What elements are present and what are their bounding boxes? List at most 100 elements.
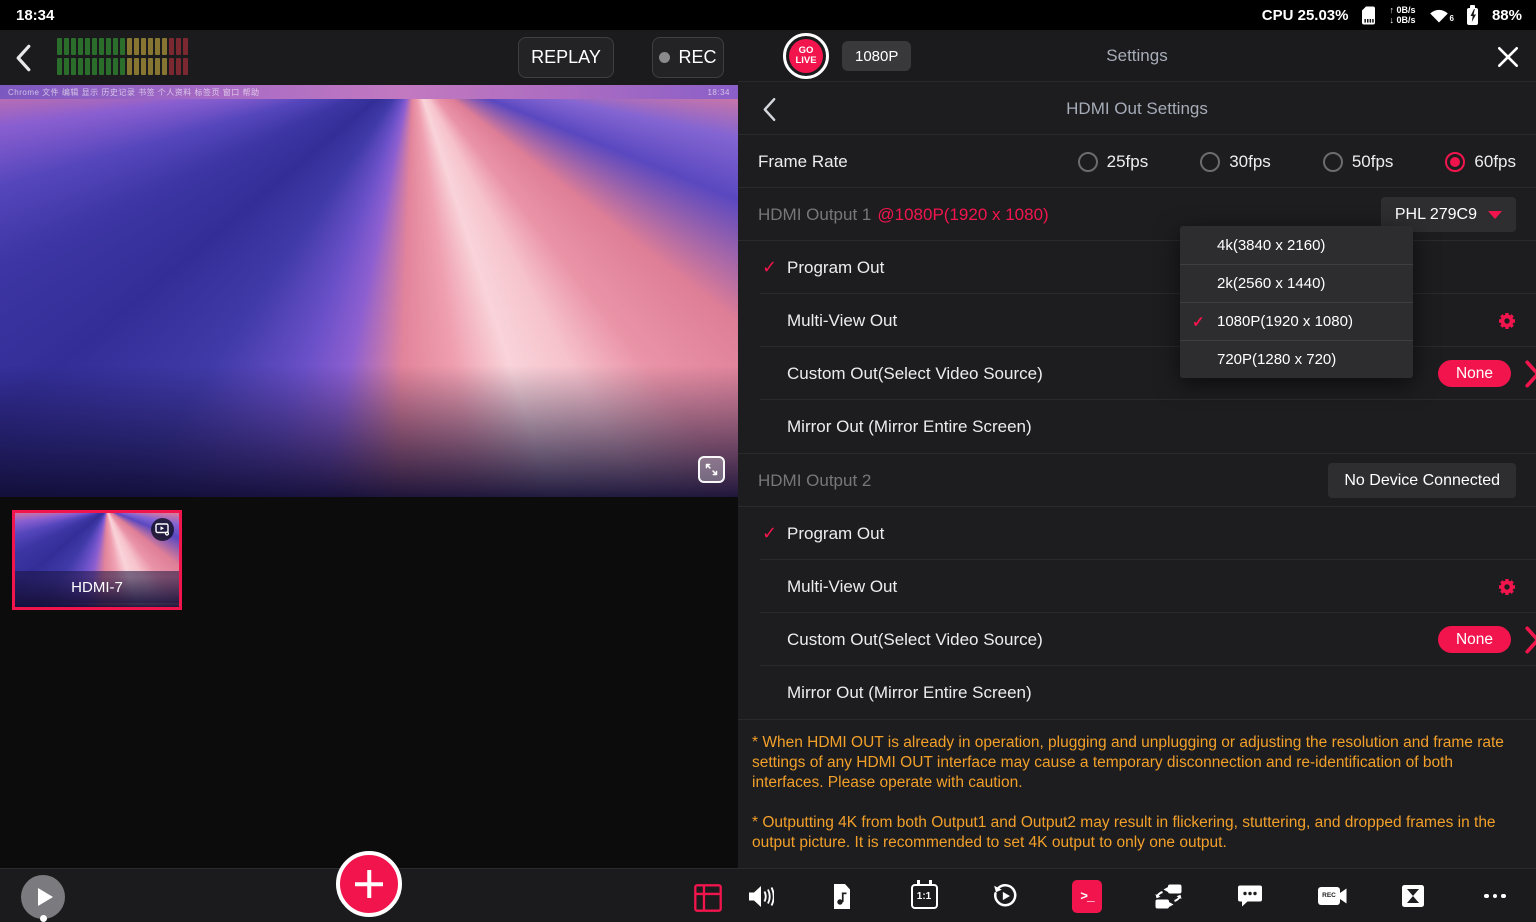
resolution-option-1080p[interactable]: ✓ 1080P(1920 x 1080) bbox=[1180, 302, 1413, 340]
upload-arrow-icon: ↑ bbox=[1389, 5, 1394, 15]
history-icon bbox=[992, 883, 1018, 909]
source-thumbnail[interactable]: HDMI-7 bbox=[12, 510, 182, 610]
add-source-button[interactable] bbox=[336, 851, 402, 917]
video-frame bbox=[0, 85, 738, 497]
warning-paragraph: * When HDMI OUT is already in operation,… bbox=[752, 733, 1528, 793]
radio-icon bbox=[1323, 152, 1343, 172]
aspect-ratio-icon: 1:1 bbox=[911, 884, 938, 909]
battery-percent: 88% bbox=[1492, 7, 1522, 24]
frame-rate-option-50fps[interactable]: 50fps bbox=[1323, 152, 1394, 172]
check-icon: ✓ bbox=[762, 257, 777, 278]
go-live-button[interactable]: GOLIVE bbox=[783, 33, 829, 79]
close-settings-button[interactable] bbox=[1496, 44, 1522, 70]
monitor-panel: REPLAY REC Chrome 文件 编辑 显示 历史记录 书签 个人资料 … bbox=[0, 30, 738, 922]
camera-swap-icon bbox=[1153, 883, 1184, 910]
rec-button[interactable]: REC bbox=[652, 37, 724, 78]
warning-paragraph: * Outputting 4K from both Output1 and Ou… bbox=[752, 813, 1528, 853]
multiview-settings-gear-icon[interactable] bbox=[1497, 577, 1517, 597]
speaker-icon bbox=[747, 884, 774, 909]
settings-header: Settings GOLIVE 1080P bbox=[738, 30, 1536, 82]
stream-resolution-badge[interactable]: 1080P bbox=[842, 41, 911, 71]
source-label: HDMI-7 bbox=[15, 571, 179, 603]
radio-icon bbox=[1078, 152, 1098, 172]
output2-mirror-out-row[interactable]: Mirror Out (Mirror Entire Screen) bbox=[738, 666, 1536, 720]
screen-mirror-icon bbox=[1400, 883, 1426, 909]
screen-mirror-button[interactable] bbox=[1391, 869, 1435, 922]
chevron-right-icon bbox=[1524, 626, 1536, 654]
play-icon bbox=[38, 888, 53, 906]
audio-level-meter bbox=[57, 38, 188, 75]
page-indicator-dot bbox=[40, 915, 47, 922]
battery-icon bbox=[1467, 5, 1479, 26]
output1-custom-out-row[interactable]: Custom Out(Select Video Source) None bbox=[738, 347, 1536, 400]
hdmi-out-subheader: HDMI Out Settings bbox=[738, 82, 1536, 135]
chevron-down-icon bbox=[1488, 211, 1502, 219]
output2-device-status[interactable]: No Device Connected bbox=[1328, 463, 1516, 498]
rec-indicator-dot bbox=[659, 52, 670, 63]
resolution-option-720p[interactable]: 720P(1280 x 720) bbox=[1180, 340, 1413, 378]
clock: 18:34 bbox=[16, 7, 54, 24]
output1-multiview-out-row[interactable]: Multi-View Out bbox=[738, 294, 1536, 347]
cpu-usage: CPU 25.03% bbox=[1262, 7, 1349, 24]
resolution-option-4k[interactable]: 4k(3840 x 2160) bbox=[1180, 226, 1413, 264]
program-monitor[interactable]: Chrome 文件 编辑 显示 历史记录 书签 个人资料 标签页 窗口 帮助 1… bbox=[0, 85, 738, 497]
output2-label: HDMI Output 2 bbox=[758, 471, 871, 491]
terminal-button[interactable]: >_ bbox=[1065, 869, 1109, 922]
output1-resolution: @1080P(1920 x 1080) bbox=[877, 205, 1048, 225]
settings-panel: Settings GOLIVE 1080P HDMI Out Settings … bbox=[738, 30, 1536, 922]
source-settings-icon[interactable] bbox=[151, 518, 174, 541]
comments-button[interactable] bbox=[1228, 869, 1272, 922]
terminal-icon: >_ bbox=[1072, 880, 1102, 913]
music-button[interactable] bbox=[820, 869, 864, 922]
download-arrow-icon: ↓ bbox=[1389, 15, 1394, 25]
output2-custom-out-row[interactable]: Custom Out(Select Video Source) None bbox=[738, 613, 1536, 666]
output2-section-header: HDMI Output 2 No Device Connected bbox=[738, 454, 1536, 507]
fullscreen-expand-button[interactable] bbox=[698, 456, 725, 483]
multiview-settings-gear-icon[interactable] bbox=[1497, 311, 1517, 331]
source-menubar: Chrome 文件 编辑 显示 历史记录 书签 个人资料 标签页 窗口 帮助 1… bbox=[0, 85, 738, 99]
replay-button[interactable]: REPLAY bbox=[518, 37, 614, 78]
sd-card-icon bbox=[1361, 6, 1376, 25]
record-button[interactable]: REC bbox=[1310, 869, 1354, 922]
frame-rate-option-30fps[interactable]: 30fps bbox=[1200, 152, 1271, 172]
more-dots-icon bbox=[1484, 894, 1506, 899]
output2-custom-out-none-button[interactable]: None bbox=[1438, 626, 1511, 653]
network-speed: ↑ 0B/s ↓ 0B/s bbox=[1389, 5, 1415, 25]
output1-section-header: HDMI Output 1 @1080P(1920 x 1080) PHL 27… bbox=[738, 188, 1536, 241]
settings-toolbar: 1:1 >_ bbox=[738, 868, 1536, 922]
resolution-menu: 4k(3840 x 2160) 2k(2560 x 1440) ✓ 1080P(… bbox=[1180, 226, 1413, 378]
frame-rate-label: Frame Rate bbox=[758, 152, 848, 172]
expand-arrows-icon bbox=[704, 462, 719, 477]
output1-mirror-out-row[interactable]: Mirror Out (Mirror Entire Screen) bbox=[738, 400, 1536, 454]
hdmi-warning-text: * When HDMI OUT is already in operation,… bbox=[752, 733, 1528, 853]
frame-rate-option-60fps[interactable]: 60fps bbox=[1445, 152, 1516, 172]
history-button[interactable] bbox=[983, 869, 1027, 922]
wifi-level: 6 bbox=[1450, 14, 1454, 23]
back-button[interactable] bbox=[10, 43, 36, 73]
volume-button[interactable] bbox=[738, 869, 782, 922]
record-camera-icon: REC bbox=[1317, 885, 1347, 907]
wifi-icon bbox=[1429, 8, 1449, 23]
aspect-ratio-button[interactable]: 1:1 bbox=[902, 869, 946, 922]
camera-swap-button[interactable] bbox=[1146, 869, 1190, 922]
app-root: 18:34 CPU 25.03% ↑ 0B/s ↓ 0B/s 6 88% bbox=[0, 0, 1536, 922]
multiview-layout-button[interactable] bbox=[693, 882, 725, 914]
output2-program-out-row[interactable]: ✓ Program Out bbox=[738, 507, 1536, 560]
output1-label: HDMI Output 1 bbox=[758, 205, 871, 225]
play-button[interactable] bbox=[21, 875, 65, 919]
output1-custom-out-none-button[interactable]: None bbox=[1438, 360, 1511, 387]
check-icon: ✓ bbox=[762, 523, 777, 544]
more-button[interactable] bbox=[1473, 869, 1517, 922]
chevron-left-icon bbox=[15, 44, 32, 72]
frame-rate-row: Frame Rate 25fps 30fps 50fps 60fps bbox=[738, 135, 1536, 188]
frame-rate-option-25fps[interactable]: 25fps bbox=[1078, 152, 1149, 172]
comment-bubble-icon bbox=[1237, 884, 1263, 908]
layout-grid-icon bbox=[693, 883, 725, 913]
output2-multiview-out-row[interactable]: Multi-View Out bbox=[738, 560, 1536, 613]
radio-selected-icon bbox=[1445, 152, 1465, 172]
resolution-option-2k[interactable]: 2k(2560 x 1440) bbox=[1180, 264, 1413, 302]
output1-program-out-row[interactable]: ✓ Program Out bbox=[738, 241, 1536, 294]
chevron-right-icon bbox=[1524, 360, 1536, 388]
music-file-icon bbox=[831, 883, 853, 910]
close-icon bbox=[1496, 45, 1522, 69]
